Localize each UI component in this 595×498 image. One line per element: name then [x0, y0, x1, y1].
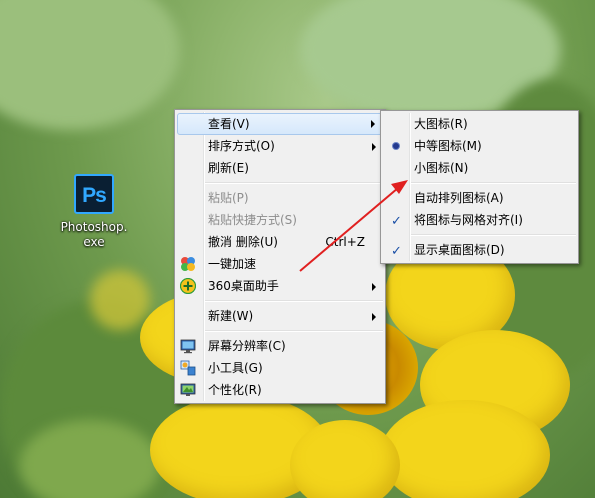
red-arrow-annotation	[299, 180, 408, 272]
desktop-background: Ps Photoshop. exe 查看(V) 排序方式(O) 刷新(E) 粘贴…	[0, 0, 595, 498]
